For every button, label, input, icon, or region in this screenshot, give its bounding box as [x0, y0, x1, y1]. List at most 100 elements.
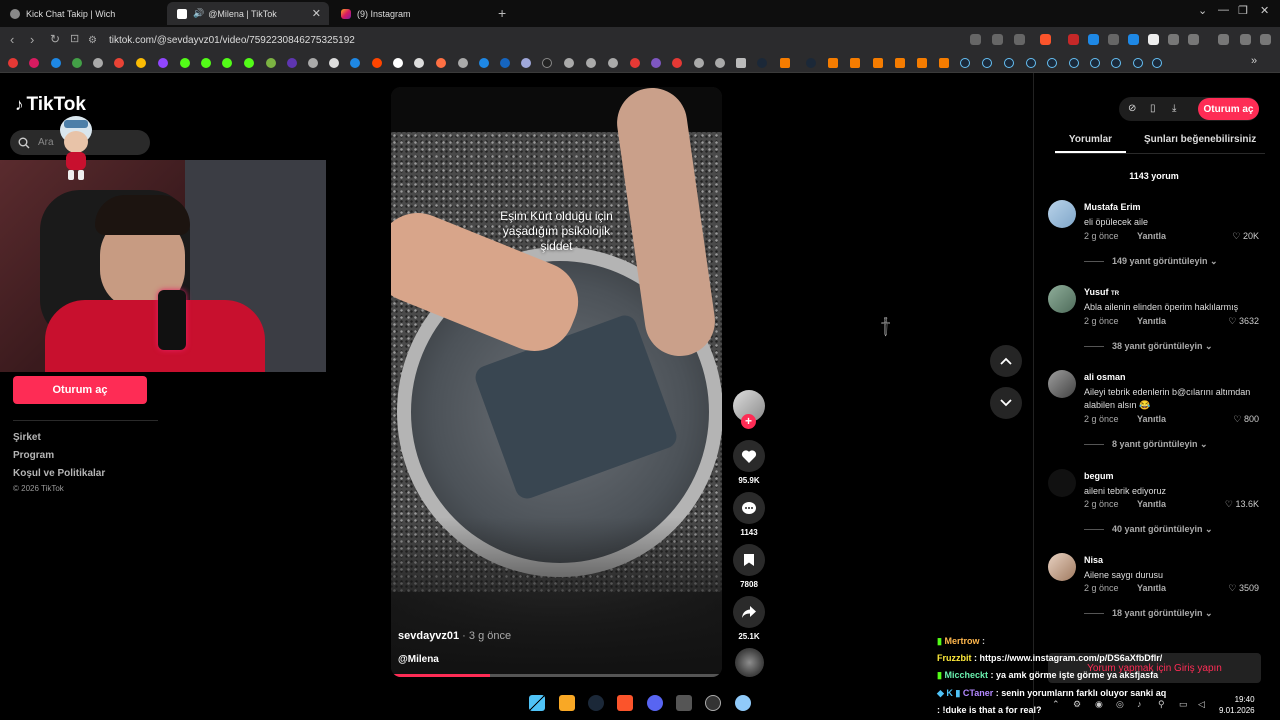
extension-icon[interactable]: [1148, 34, 1159, 45]
steam-icon[interactable]: [1152, 58, 1162, 68]
bookmark-icon[interactable]: [479, 58, 489, 68]
bookmark-icon[interactable]: [608, 58, 618, 68]
tray-icon[interactable]: ⚙: [1073, 699, 1081, 710]
kick-icon[interactable]: [222, 58, 232, 68]
bookmark-icon[interactable]: [564, 58, 574, 68]
video-music[interactable]: @Milena: [398, 654, 439, 665]
bookmark-icon[interactable]: [630, 58, 640, 68]
forward-icon[interactable]: ›: [30, 32, 34, 47]
avatar[interactable]: [1048, 285, 1076, 313]
speaker-icon[interactable]: 🔊: [193, 8, 204, 19]
panel-login-button[interactable]: Oturum aç: [1198, 98, 1259, 120]
download-icon[interactable]: ⤓: [1172, 103, 1176, 114]
login-button[interactable]: Oturum aç: [13, 376, 147, 404]
bookmark-icon[interactable]: [780, 58, 790, 68]
bookmark-icon[interactable]: [694, 58, 704, 68]
kick-icon[interactable]: [180, 58, 190, 68]
bookmark-icon[interactable]: [939, 58, 949, 68]
tray-expand-icon[interactable]: ⌃: [1052, 699, 1060, 710]
instagram-icon[interactable]: [29, 58, 39, 68]
discord-icon[interactable]: [647, 695, 663, 711]
reply-button[interactable]: Yanıtla: [1137, 316, 1166, 326]
author-name[interactable]: sevdayvz01: [398, 630, 459, 642]
close-tab-icon[interactable]: ✕: [312, 7, 321, 20]
share-button[interactable]: [733, 596, 765, 628]
bookmark-icon[interactable]: [458, 58, 468, 68]
next-video-button[interactable]: [990, 387, 1022, 419]
tab-instagram[interactable]: (9) Instagram: [331, 2, 491, 25]
reply-button[interactable]: Yanıtla: [1137, 414, 1166, 424]
bookmark-icon[interactable]: [917, 58, 927, 68]
bookmark-icon[interactable]: [393, 58, 403, 68]
avatar[interactable]: [1048, 200, 1076, 228]
footer-link-program[interactable]: Program: [13, 450, 54, 461]
video-author[interactable]: sevdayvz01 · 3 g önce: [398, 630, 511, 642]
reply-button[interactable]: Yanıtla: [1137, 499, 1166, 509]
reddit-icon[interactable]: [372, 58, 382, 68]
bookmark-icon[interactable]: [715, 58, 725, 68]
more-bookmarks-icon[interactable]: »: [1251, 55, 1257, 67]
bookmark-icon[interactable]: [521, 58, 531, 68]
steam-icon[interactable]: [1004, 58, 1014, 68]
tab-comments[interactable]: Yorumlar: [1055, 134, 1126, 153]
comment-author[interactable]: Nisa: [1084, 555, 1103, 565]
compass-icon[interactable]: ⊘: [1128, 103, 1136, 114]
gmail-icon[interactable]: [114, 58, 124, 68]
tab-you-may-like[interactable]: Şunları beğenebilirsiniz: [1144, 134, 1256, 145]
close-window-button[interactable]: ✕: [1260, 4, 1269, 17]
speaker-icon[interactable]: ◁: [1198, 699, 1205, 710]
bookmark-icon[interactable]: [266, 58, 276, 68]
save-button[interactable]: [733, 544, 765, 576]
avatar[interactable]: [1048, 370, 1076, 398]
network-icon[interactable]: ▭: [1179, 699, 1188, 710]
footer-link-company[interactable]: Şirket: [13, 432, 41, 443]
volume-icon[interactable]: ♪: [1137, 699, 1142, 709]
drive-icon[interactable]: [136, 58, 146, 68]
twitch-icon[interactable]: [158, 58, 168, 68]
comment-like[interactable]: ♡ 20K: [1232, 231, 1259, 242]
youtube-icon[interactable]: [8, 58, 18, 68]
steam-icon[interactable]: [757, 58, 767, 68]
bookmark-icon[interactable]: [542, 58, 552, 68]
view-replies-button[interactable]: 149 yanıt görüntüleyin ⌄: [1084, 256, 1218, 267]
reload-icon[interactable]: ↻: [50, 32, 60, 46]
bookmark-icon[interactable]: [672, 58, 682, 68]
bookmark-icon[interactable]: [850, 58, 860, 68]
like-button[interactable]: [733, 440, 765, 472]
view-replies-button[interactable]: 40 yanıt görüntüleyin ⌄: [1084, 524, 1213, 535]
brave-icon[interactable]: [617, 695, 633, 711]
reply-button[interactable]: Yanıtla: [1137, 231, 1166, 241]
steam-icon[interactable]: [982, 58, 992, 68]
windows-start-icon[interactable]: [529, 695, 545, 711]
previous-video-button[interactable]: [990, 345, 1022, 377]
kick-icon[interactable]: [244, 58, 254, 68]
view-replies-button[interactable]: 18 yanıt görüntüleyin ⌄: [1084, 608, 1213, 619]
comment-author[interactable]: Mustafa Erim: [1084, 202, 1141, 212]
share-icon[interactable]: [1014, 34, 1025, 45]
steam-icon[interactable]: [1111, 58, 1121, 68]
music-disc[interactable]: [735, 648, 764, 677]
steam-icon[interactable]: [1090, 58, 1100, 68]
view-replies-button[interactable]: 38 yanıt görüntüleyin ⌄: [1084, 341, 1213, 352]
bookmark-icon[interactable]: [72, 58, 82, 68]
extension-icon[interactable]: [1108, 34, 1119, 45]
bookmark-icon[interactable]: [308, 58, 318, 68]
app-icon[interactable]: [676, 695, 692, 711]
back-icon[interactable]: ‹: [10, 32, 14, 47]
sidebar-icon[interactable]: [1188, 34, 1199, 45]
extension-icon[interactable]: [1068, 34, 1079, 45]
bookmark-icon[interactable]: [51, 58, 61, 68]
restore-button[interactable]: ❐: [1238, 4, 1248, 17]
comment-like[interactable]: ♡ 3632: [1228, 316, 1259, 327]
menu-icon[interactable]: [1260, 34, 1271, 45]
follow-plus-icon[interactable]: +: [741, 414, 756, 429]
avatar[interactable]: [1048, 469, 1076, 497]
bookmark-icon[interactable]: [873, 58, 883, 68]
tray-icon[interactable]: ◉: [1095, 699, 1103, 710]
comment-author[interactable]: ali osman: [1084, 372, 1126, 382]
brave-shields-icon[interactable]: [1040, 34, 1051, 45]
bookmark-icon[interactable]: [500, 58, 510, 68]
url-bar[interactable]: ⚙ tiktok.com/@sevdayvz01/video/759223084…: [88, 30, 988, 50]
new-tab-button[interactable]: +: [498, 5, 506, 21]
app-icon[interactable]: [735, 695, 751, 711]
